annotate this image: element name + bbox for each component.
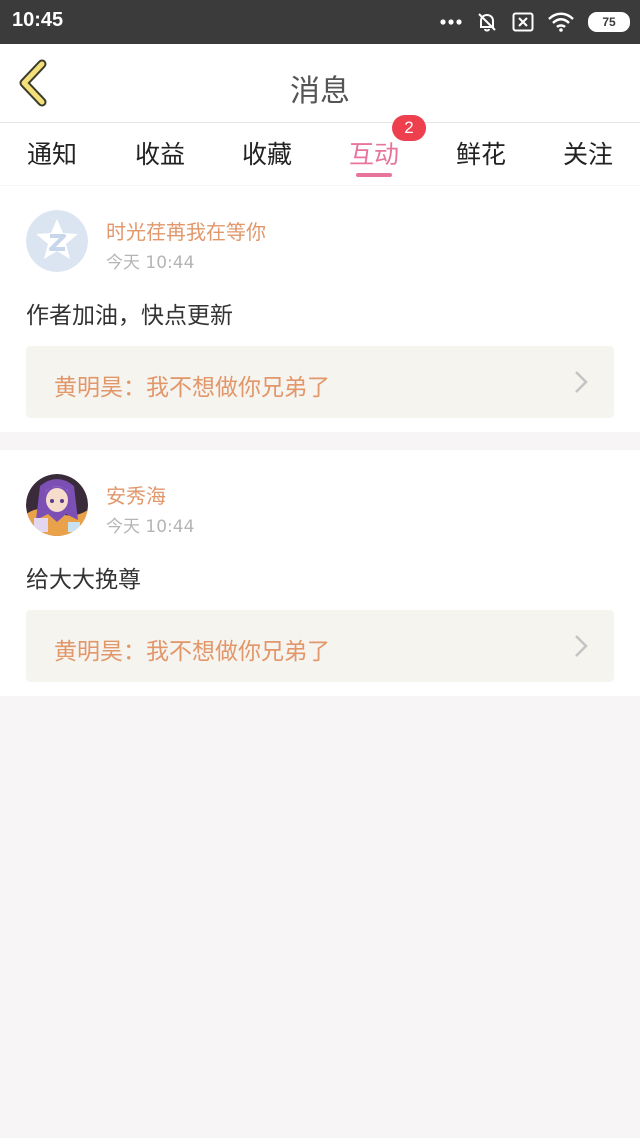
chevron-right-icon: [575, 635, 588, 657]
active-tab-indicator: [356, 173, 392, 177]
comment-text: 作者加油，快点更新: [26, 303, 233, 329]
tab-follow[interactable]: 关注: [538, 135, 638, 171]
battery-icon: 75: [588, 12, 630, 32]
tab-favorites[interactable]: 收藏: [217, 135, 317, 171]
more-dots-icon: [440, 19, 462, 25]
tab-flowers[interactable]: 鲜花: [431, 135, 531, 171]
chevron-right-icon: [575, 371, 588, 393]
wifi-icon: [548, 12, 574, 32]
tab-notification[interactable]: 通知: [2, 135, 102, 171]
battery-level: 75: [602, 15, 616, 29]
anime-avatar: [26, 474, 88, 536]
message-card: 安秀海 今天 10:44 给大大挽尊 黄明昊：我不想做你兄弟了: [0, 450, 640, 696]
timestamp: 今天 10:44: [106, 253, 195, 273]
avatar[interactable]: [26, 210, 88, 272]
reply-text: 黄明昊：我不想做你兄弟了: [54, 375, 330, 401]
avatar[interactable]: [26, 474, 88, 536]
header: 消息: [0, 44, 640, 123]
sim-x-icon: [512, 12, 534, 32]
reply-quote[interactable]: 黄明昊：我不想做你兄弟了: [26, 610, 614, 682]
tab-earnings[interactable]: 收益: [110, 135, 210, 171]
status-icons: 75: [440, 10, 630, 34]
timestamp: 今天 10:44: [106, 517, 195, 537]
default-avatar-icon: [26, 210, 88, 272]
reply-quote[interactable]: 黄明昊：我不想做你兄弟了: [26, 346, 614, 418]
page-title: 消息: [290, 74, 350, 109]
comment-text: 给大大挽尊: [26, 567, 141, 593]
tab-badge: 2: [392, 115, 426, 141]
username[interactable]: 时光荏苒我在等你: [106, 216, 266, 245]
username[interactable]: 安秀海: [106, 480, 166, 509]
message-card: 时光荏苒我在等你 今天 10:44 作者加油，快点更新 黄明昊：我不想做你兄弟了: [0, 186, 640, 432]
tab-bar: 通知 收益 收藏 互动 鲜花 关注: [0, 123, 640, 185]
status-bar: 10:45 75: [0, 0, 640, 44]
bell-off-icon: [478, 13, 496, 32]
status-time: 10:45: [12, 9, 64, 31]
reply-text: 黄明昊：我不想做你兄弟了: [54, 639, 330, 665]
